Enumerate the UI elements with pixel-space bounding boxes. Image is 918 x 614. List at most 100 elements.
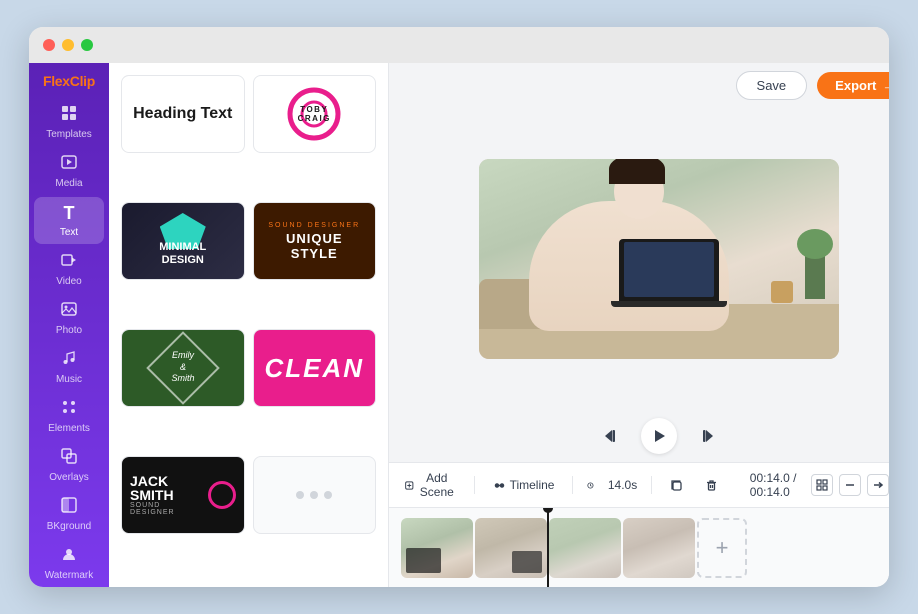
template-grid: Heading Text TOBY CRAIG bbox=[109, 63, 388, 587]
thumb-4-bg bbox=[623, 518, 695, 578]
template-card-minimal[interactable]: MINIMALDESIGN bbox=[121, 202, 245, 280]
toby-name-top: TOBY bbox=[300, 105, 328, 114]
template-card-tobycraig[interactable]: TOBY CRAIG bbox=[253, 75, 377, 153]
video-icon bbox=[61, 252, 77, 273]
zoom-out-button[interactable] bbox=[839, 474, 861, 496]
overlays-icon bbox=[61, 448, 77, 469]
main-area: FlexClip Templates Media T Text bbox=[29, 63, 889, 587]
timeline-thumb-2[interactable] bbox=[475, 518, 547, 578]
clean-text: CLEAN bbox=[264, 353, 364, 384]
dot-1 bbox=[296, 491, 304, 499]
sidebar-item-video[interactable]: Video bbox=[34, 246, 104, 293]
timeline-thumb-3[interactable] bbox=[549, 518, 621, 578]
close-dot[interactable] bbox=[43, 39, 55, 51]
templates-icon bbox=[61, 105, 77, 126]
sidebar-label-bkground: BKground bbox=[47, 521, 91, 532]
sidebar-item-media[interactable]: Media bbox=[34, 148, 104, 195]
rewind-icon bbox=[603, 427, 621, 445]
person-hair bbox=[609, 159, 665, 184]
maximize-dot[interactable] bbox=[81, 39, 93, 51]
titlebar bbox=[29, 27, 889, 63]
forward-button[interactable] bbox=[697, 427, 715, 445]
toby-ring-container: TOBY CRAIG bbox=[287, 87, 341, 141]
app-window: FlexClip Templates Media T Text bbox=[29, 27, 889, 587]
fit-button[interactable] bbox=[811, 474, 833, 496]
add-scene-icon bbox=[405, 479, 414, 492]
sidebar-label-photo: Photo bbox=[56, 325, 82, 336]
template-card-jacksmith[interactable]: JACK SMITH SOUND DESIGNER bbox=[121, 456, 245, 534]
minimize-dot[interactable] bbox=[62, 39, 74, 51]
time-position: 00:14.0 / 00:14.0 bbox=[750, 471, 798, 499]
add-scene-button[interactable]: Add Scene bbox=[401, 469, 460, 501]
jack-circle-decoration bbox=[208, 481, 236, 509]
delete-button[interactable] bbox=[701, 477, 722, 494]
duration-display: 14.0s bbox=[608, 478, 637, 492]
media-icon bbox=[61, 154, 77, 175]
heading-text: Heading Text bbox=[133, 105, 232, 123]
sidebar-label-elements: Elements bbox=[48, 423, 90, 434]
copy-button[interactable] bbox=[666, 477, 687, 494]
video-bg bbox=[479, 159, 839, 359]
sidebar-item-watermark[interactable]: Watermark bbox=[34, 540, 104, 587]
add-scene-timeline[interactable]: + bbox=[697, 518, 747, 578]
arrow-icon bbox=[872, 479, 884, 491]
template-card-emily[interactable]: Emily&Smith bbox=[121, 329, 245, 407]
unique-text: UNIQUESTYLE bbox=[286, 231, 343, 261]
sidebar-label-templates: Templates bbox=[46, 129, 92, 140]
sidebar-label-video: Video bbox=[56, 276, 81, 287]
export-arrow-icon: → bbox=[882, 78, 889, 93]
template-card-unique[interactable]: SOUND DESIGNER UNIQUESTYLE bbox=[253, 202, 377, 280]
text-icon: T bbox=[64, 203, 75, 224]
sidebar-item-templates[interactable]: Templates bbox=[34, 99, 104, 146]
template-card-heading[interactable]: Heading Text bbox=[121, 75, 245, 153]
photo-icon bbox=[61, 301, 77, 322]
timeline-thumb-4[interactable] bbox=[623, 518, 695, 578]
sidebar-item-photo[interactable]: Photo bbox=[34, 295, 104, 342]
save-button[interactable]: Save bbox=[736, 71, 808, 100]
sidebar-item-music[interactable]: Music bbox=[34, 344, 104, 391]
fit-icon bbox=[816, 479, 828, 491]
logo-area: FlexClip bbox=[37, 73, 101, 89]
right-panel: Save Export → bbox=[389, 63, 889, 587]
minimal-text: MINIMALDESIGN bbox=[159, 241, 206, 267]
jack-inner: JACK SMITH SOUND DESIGNER bbox=[122, 474, 244, 516]
sidebar-item-bkground[interactable]: BKground bbox=[34, 491, 104, 538]
jack-name: JACK SMITH bbox=[130, 474, 204, 502]
template-card-more[interactable] bbox=[253, 456, 377, 534]
play-button[interactable] bbox=[641, 418, 677, 454]
timeline-playhead bbox=[547, 508, 549, 587]
thumb-3-bg bbox=[549, 518, 621, 578]
trash-icon bbox=[705, 479, 718, 492]
video-frame bbox=[479, 159, 839, 359]
add-scene-label: Add Scene bbox=[418, 471, 457, 499]
timeline-icon bbox=[493, 479, 506, 492]
logo-text: FlexClip bbox=[43, 73, 95, 89]
timeline-area: + bbox=[389, 507, 889, 587]
export-label: Export bbox=[835, 78, 876, 93]
laptop-base bbox=[611, 301, 727, 307]
rewind-button[interactable] bbox=[603, 427, 621, 445]
sidebar-item-overlays[interactable]: Overlays bbox=[34, 442, 104, 489]
playhead-dot bbox=[543, 507, 553, 513]
toolbar-divider-3 bbox=[651, 476, 652, 494]
arrow-button[interactable] bbox=[867, 474, 889, 496]
template-card-clean[interactable]: CLEAN bbox=[253, 329, 377, 407]
export-button[interactable]: Export → bbox=[817, 72, 889, 99]
sidebar-label-music: Music bbox=[56, 374, 82, 385]
sidebar-item-elements[interactable]: Elements bbox=[34, 393, 104, 440]
timeline-label: Timeline bbox=[510, 478, 555, 492]
sidebar-label-watermark: Watermark bbox=[45, 570, 94, 581]
forward-icon bbox=[697, 427, 715, 445]
play-icon bbox=[652, 429, 666, 443]
timeline-button[interactable]: Timeline bbox=[489, 476, 559, 494]
timeline-thumb-1[interactable] bbox=[401, 518, 473, 578]
logo-f: F bbox=[43, 73, 51, 89]
emily-diamond: Emily&Smith bbox=[146, 331, 220, 405]
sidebar: FlexClip Templates Media T Text bbox=[29, 63, 109, 587]
toby-inner: TOBY CRAIG bbox=[287, 87, 341, 141]
playback-controls bbox=[389, 410, 889, 462]
sidebar-label-text: Text bbox=[60, 227, 78, 238]
toby-name-bottom: CRAIG bbox=[298, 114, 331, 123]
sidebar-label-overlays: Overlays bbox=[49, 472, 88, 483]
sidebar-item-text[interactable]: T Text bbox=[34, 197, 104, 244]
